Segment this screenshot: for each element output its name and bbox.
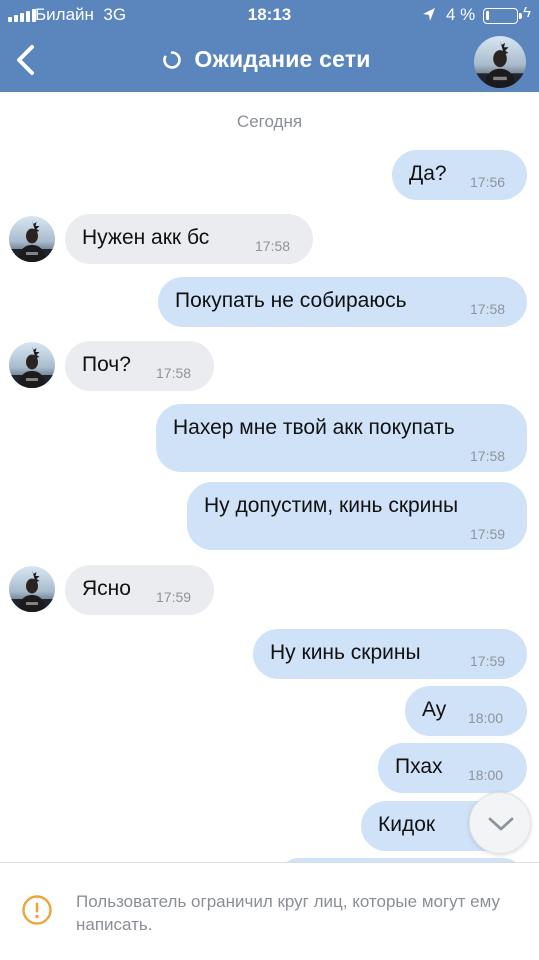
outgoing-message[interactable]: Да? 17:56	[392, 150, 527, 200]
message-time: 17:56	[470, 174, 506, 190]
date-separator: Сегодня	[236, 112, 303, 131]
sender-avatar[interactable]	[9, 566, 55, 612]
message-time: 18:00	[468, 767, 504, 783]
charging-bolt-icon: ϟ	[523, 4, 531, 21]
avatar-image	[474, 36, 526, 88]
warning-circle-icon	[22, 895, 52, 925]
message-time: 17:59	[156, 589, 192, 605]
message-text: Пхах	[395, 755, 443, 778]
message-list[interactable]: Сегодня Да? 17:56 Нужен акк бс 17:58 Пок…	[0, 92, 539, 862]
sender-avatar[interactable]	[9, 342, 55, 388]
message-text: Да?	[409, 162, 447, 185]
message-time: 17:58	[156, 365, 192, 381]
outgoing-message[interactable]: Нахер мне твой акк покупать 17:58	[156, 404, 527, 472]
incoming-message[interactable]: Ясно 17:59	[65, 565, 214, 615]
chevron-down-icon	[488, 817, 514, 831]
incoming-message[interactable]: Нужен акк бс 17:58	[65, 214, 313, 264]
battery-icon	[483, 8, 522, 24]
message-text: Ясно	[82, 577, 131, 600]
message-time: 17:58	[470, 448, 506, 464]
message-text: Покупать не собираюсь	[175, 289, 407, 312]
message-text: Нахер мне твой акк покупать	[173, 416, 455, 439]
header-bar: Билайн 3G 18:13 4 % ϟ Ожидание сети	[0, 0, 539, 92]
outgoing-message[interactable]: Ну допустим, кинь скрины 17:59	[187, 482, 527, 550]
restriction-notice-text: Пользователь ограничил круг лиц, которые…	[76, 892, 501, 934]
avatar-image	[9, 566, 55, 612]
outgoing-message[interactable]: Пхах 18:00	[378, 743, 527, 793]
title-group: Ожидание сети	[0, 46, 539, 73]
page-title: Ожидание сети	[194, 46, 371, 72]
message-time: 17:58	[470, 301, 506, 317]
loading-spinner-icon	[163, 50, 182, 69]
message-text: Нужен акк бс	[82, 226, 210, 249]
message-text: Кидок	[378, 813, 436, 836]
message-text: Ну допустим, кинь скрины	[204, 494, 459, 517]
avatar-image	[9, 216, 55, 262]
sender-avatar[interactable]	[9, 216, 55, 262]
message-text: Ау	[422, 698, 447, 721]
location-arrow-icon	[423, 8, 435, 21]
outgoing-message[interactable]: Ну кинь скрины 17:59	[253, 629, 527, 679]
message-time: 17:59	[470, 526, 506, 542]
status-bar: Билайн 3G 18:13 4 % ϟ	[0, 0, 539, 30]
contact-avatar[interactable]	[474, 36, 526, 88]
navigation-bar: Ожидание сети	[0, 30, 539, 92]
message-time: 18:00	[468, 710, 504, 726]
outgoing-message[interactable]: Покупать не собираюсь 17:58	[158, 277, 527, 327]
scroll-to-bottom-button[interactable]	[469, 792, 531, 854]
incoming-message[interactable]: Поч? 17:58	[65, 341, 214, 391]
battery-percent: 4 %	[446, 5, 476, 24]
message-time: 17:58	[255, 238, 291, 254]
message-time: 17:59	[470, 653, 506, 669]
avatar-image	[9, 342, 55, 388]
message-text: Поч?	[82, 353, 131, 376]
message-text: Ну кинь скрины	[270, 641, 421, 664]
outgoing-message[interactable]: Ау 18:00	[405, 686, 527, 736]
restriction-notice-bar: Пользователь ограничил круг лиц, которые…	[0, 862, 539, 960]
